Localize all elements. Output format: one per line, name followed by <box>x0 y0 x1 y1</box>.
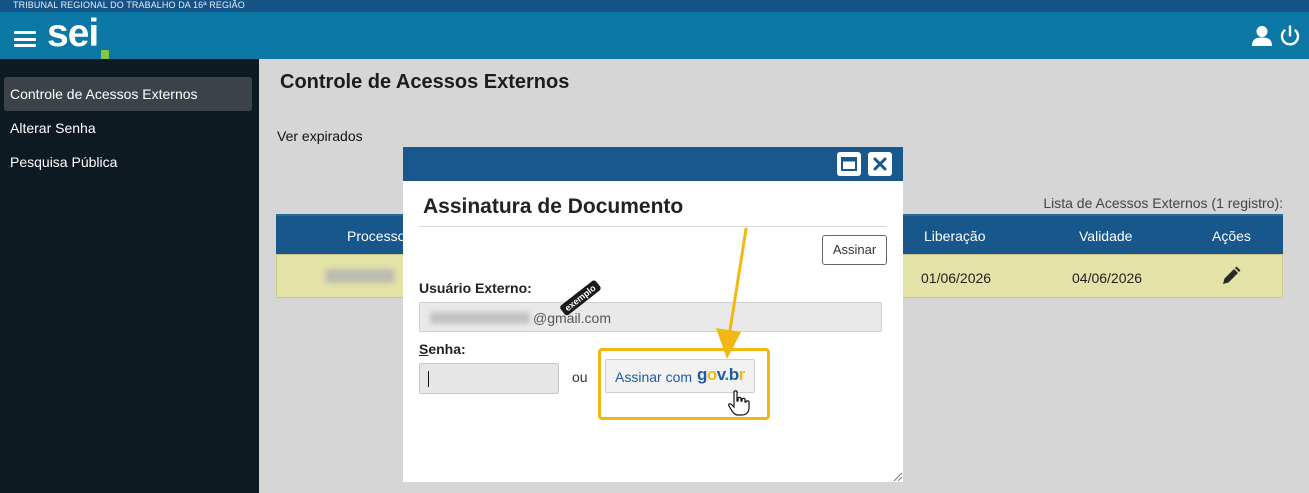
user-icon[interactable] <box>1251 25 1273 47</box>
resize-handle-icon[interactable] <box>893 472 903 482</box>
sidebar-item-controle-acessos[interactable]: Controle de Acessos Externos <box>4 77 252 111</box>
assinar-govbr-button[interactable]: Assinar com gov.br <box>605 359 755 393</box>
cell-liberacao: 01/06/2026 <box>921 270 992 286</box>
sidebar-item-alterar-senha[interactable]: Alterar Senha <box>4 111 252 145</box>
senha-input[interactable] <box>419 363 559 394</box>
page-title: Controle de Acessos Externos <box>280 71 570 93</box>
processo-redacted <box>325 269 395 283</box>
header-processo: Processo <box>347 228 406 244</box>
app-header: sei <box>0 12 1309 84</box>
org-name: TRIBUNAL REGIONAL DO TRABALHO DA 16ª REG… <box>13 0 245 10</box>
email-redacted <box>430 312 530 324</box>
usuario-externo-label: Usuário Externo: <box>419 280 532 296</box>
modal-divider <box>419 226 887 227</box>
email-domain: @gmail.com <box>533 310 612 326</box>
ou-label: ou <box>572 369 588 385</box>
ver-expirados-link[interactable]: Ver expirados <box>277 128 363 144</box>
sidebar-item-pesquisa-publica[interactable]: Pesquisa Pública <box>4 145 252 179</box>
maximize-icon <box>841 157 857 171</box>
usuario-externo-field: @gmail.com <box>419 302 882 332</box>
close-button[interactable] <box>868 152 892 176</box>
sidebar: Controle de Acessos Externos Alterar Sen… <box>0 59 259 493</box>
sei-logo[interactable]: sei <box>47 14 111 84</box>
power-icon[interactable] <box>1278 24 1302 48</box>
modal-titlebar <box>403 147 903 181</box>
senha-label: Senha: <box>419 341 466 357</box>
maximize-button[interactable] <box>837 152 861 176</box>
menu-icon[interactable] <box>14 31 36 47</box>
govbr-button-text: Assinar com <box>615 369 693 385</box>
signature-modal: Assinatura de Documento Assinar Usuário … <box>403 147 903 482</box>
assinar-button[interactable]: Assinar <box>822 235 887 265</box>
header-acoes: Ações <box>1212 228 1251 244</box>
cell-validade: 04/06/2026 <box>1072 270 1143 286</box>
org-banner: TRIBUNAL REGIONAL DO TRABALHO DA 16ª REG… <box>0 0 1309 12</box>
modal-title: Assinatura de Documento <box>423 195 684 218</box>
header-liberacao: Liberação <box>924 228 986 244</box>
hand-cursor-icon <box>728 390 750 416</box>
pencil-icon[interactable] <box>1220 265 1242 287</box>
close-icon <box>873 157 887 171</box>
header-validade: Validade <box>1079 228 1133 244</box>
list-caption: Lista de Acessos Externos (1 registro): <box>1043 195 1283 211</box>
govbr-logo: gov.br <box>697 365 745 384</box>
